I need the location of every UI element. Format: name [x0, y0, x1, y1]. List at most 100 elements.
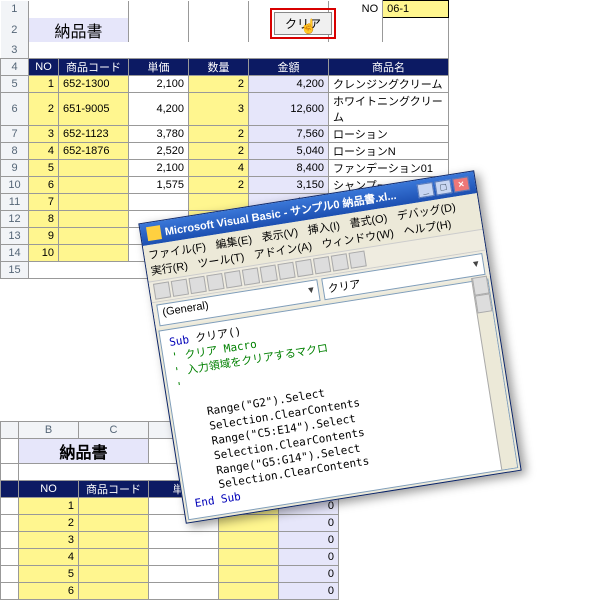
cell-code[interactable]: [59, 228, 129, 245]
cell-price[interactable]: [149, 566, 219, 583]
cell-no[interactable]: 4: [19, 549, 79, 566]
cell-amount[interactable]: 0: [279, 515, 339, 532]
cell-qty[interactable]: 2: [189, 143, 249, 160]
cell-no[interactable]: 7: [29, 194, 59, 211]
toolbar-button[interactable]: [349, 250, 367, 268]
cell-no[interactable]: 5: [29, 160, 59, 177]
close-button[interactable]: ×: [452, 176, 470, 192]
cell-name[interactable]: ローションN: [329, 143, 449, 160]
cell-amount[interactable]: 0: [279, 583, 339, 600]
row-header[interactable]: 15: [1, 262, 29, 279]
cell-amount[interactable]: 7,560: [249, 126, 329, 143]
col-header[interactable]: [1, 422, 19, 439]
cell-code[interactable]: [79, 515, 149, 532]
row-header[interactable]: 5: [1, 76, 29, 93]
row-header[interactable]: 3: [1, 42, 29, 59]
cell-price[interactable]: 2,100: [129, 160, 189, 177]
cell-no[interactable]: 2: [19, 515, 79, 532]
col-header[interactable]: C: [79, 422, 149, 439]
row-header[interactable]: 6: [1, 93, 29, 126]
cell-qty[interactable]: [219, 532, 279, 549]
cell-code[interactable]: 651-9005: [59, 93, 129, 126]
cell-code[interactable]: [79, 532, 149, 549]
toolbar-button[interactable]: [260, 265, 278, 283]
cell-price[interactable]: 3,780: [129, 126, 189, 143]
cell-price[interactable]: 2,100: [129, 76, 189, 93]
cell-name[interactable]: ファンデーション01: [329, 160, 449, 177]
cell-qty[interactable]: [219, 549, 279, 566]
col-header[interactable]: B: [19, 422, 79, 439]
row-header[interactable]: 4: [1, 59, 29, 76]
cell-qty[interactable]: [219, 566, 279, 583]
cell-price[interactable]: [149, 583, 219, 600]
toolbar-button[interactable]: [171, 279, 189, 297]
vba-editor-window[interactable]: Microsoft Visual Basic - サンプル0 納品書.xl...…: [138, 170, 521, 524]
row-header[interactable]: 9: [1, 160, 29, 177]
cell-name[interactable]: ローション: [329, 126, 449, 143]
cell-no[interactable]: 10: [29, 245, 59, 262]
toolbar-button[interactable]: [277, 262, 295, 280]
cell-no[interactable]: 6: [19, 583, 79, 600]
cell-code[interactable]: [79, 583, 149, 600]
cell-code[interactable]: [79, 549, 149, 566]
maximize-button[interactable]: □: [434, 179, 452, 195]
cell-price[interactable]: [149, 549, 219, 566]
cell-qty[interactable]: 4: [189, 160, 249, 177]
cell-no[interactable]: 6: [29, 177, 59, 194]
cell-code[interactable]: [79, 566, 149, 583]
cell-price[interactable]: [129, 194, 189, 211]
cell-amount[interactable]: 12,600: [249, 93, 329, 126]
toolbar-button[interactable]: [242, 267, 260, 285]
cell-code[interactable]: [59, 245, 129, 262]
cell-no[interactable]: 1: [19, 498, 79, 515]
toolbar-button[interactable]: [331, 253, 349, 271]
cell-code[interactable]: [59, 160, 129, 177]
toolbar-button[interactable]: [295, 259, 313, 277]
row-header[interactable]: 1: [1, 1, 29, 18]
cell-qty[interactable]: 2: [189, 126, 249, 143]
toolbar-button[interactable]: [188, 276, 206, 294]
cell-price[interactable]: 4,200: [129, 93, 189, 126]
cell-price[interactable]: 1,575: [129, 177, 189, 194]
cell-code[interactable]: 652-1876: [59, 143, 129, 160]
cell-no[interactable]: 9: [29, 228, 59, 245]
toolbar-button[interactable]: [153, 281, 171, 299]
cell-no[interactable]: 5: [19, 566, 79, 583]
row-header[interactable]: 13: [1, 228, 29, 245]
cell-qty[interactable]: [219, 583, 279, 600]
cell-no[interactable]: 2: [29, 93, 59, 126]
cell-name[interactable]: ホワイトニングクリーム: [329, 93, 449, 126]
toolbar-button[interactable]: [313, 256, 331, 274]
cell-code[interactable]: 652-1123: [59, 126, 129, 143]
cell-price[interactable]: [149, 532, 219, 549]
cell-qty[interactable]: 3: [189, 93, 249, 126]
clear-button[interactable]: クリア: [274, 12, 332, 35]
cell-amount[interactable]: 5,040: [249, 143, 329, 160]
cell-name[interactable]: クレンジングクリーム: [329, 76, 449, 93]
minimize-button[interactable]: _: [417, 182, 435, 198]
cell-no[interactable]: 1: [29, 76, 59, 93]
cell-code[interactable]: 652-1300: [59, 76, 129, 93]
cell-amount[interactable]: 0: [279, 532, 339, 549]
cell-code[interactable]: [59, 177, 129, 194]
cell-amount[interactable]: 3,150: [249, 177, 329, 194]
cell-no[interactable]: 3: [29, 126, 59, 143]
cell-code[interactable]: [79, 498, 149, 515]
row-header[interactable]: 2: [1, 18, 29, 42]
cell-code[interactable]: [59, 211, 129, 228]
cell-amount[interactable]: 0: [279, 549, 339, 566]
row-header[interactable]: 11: [1, 194, 29, 211]
toolbar-button[interactable]: [206, 273, 224, 291]
cell-qty[interactable]: 2: [189, 177, 249, 194]
cell-amount[interactable]: 0: [279, 566, 339, 583]
cell-qty[interactable]: 2: [189, 76, 249, 93]
row-header[interactable]: 12: [1, 211, 29, 228]
toolbar-button[interactable]: [224, 270, 242, 288]
cell-no[interactable]: 3: [19, 532, 79, 549]
cell-no[interactable]: 8: [29, 211, 59, 228]
row-header[interactable]: 10: [1, 177, 29, 194]
row-header[interactable]: 7: [1, 126, 29, 143]
cell-no[interactable]: 4: [29, 143, 59, 160]
row-header[interactable]: 8: [1, 143, 29, 160]
row-header[interactable]: 14: [1, 245, 29, 262]
